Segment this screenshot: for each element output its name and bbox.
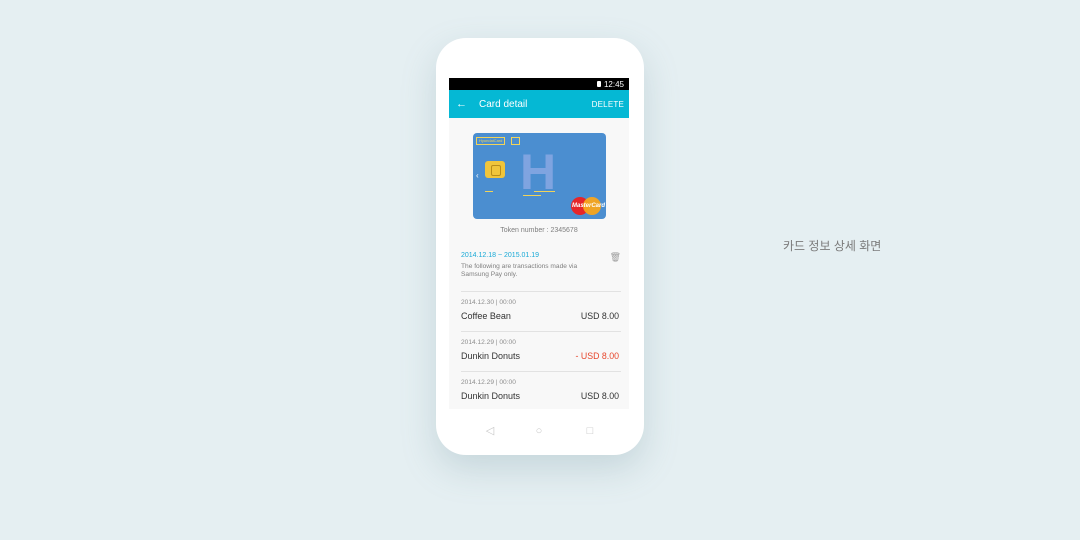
back-arrow-icon[interactable]: ← bbox=[456, 98, 470, 110]
card-arrow-icon: ‹ bbox=[476, 171, 479, 180]
card-image[interactable]: HyundaiCard ‹ H MasterCard bbox=[473, 133, 606, 219]
transaction-merchant: Coffee Bean bbox=[461, 311, 511, 321]
status-bar: 12:45 bbox=[449, 78, 629, 90]
transaction-date: 2014.12.29 | 00:00 bbox=[461, 379, 516, 386]
card-detail-line bbox=[523, 195, 541, 196]
android-nav-bar: ◁ ○ □ bbox=[449, 409, 629, 455]
card-brand-label: HyundaiCard bbox=[476, 137, 506, 145]
transaction-row[interactable]: 2014.12.29 | 00:00 Dunkin Donuts - USD 8… bbox=[461, 339, 619, 361]
app-bar: ← Card detail DELETE bbox=[449, 90, 629, 118]
nav-back-icon[interactable]: ◁ bbox=[484, 425, 496, 437]
transaction-merchant: Dunkin Donuts bbox=[461, 391, 521, 401]
card-brand-mark bbox=[511, 137, 520, 145]
screen-caption: 카드 정보 상세 화면 bbox=[783, 239, 882, 253]
transaction-row[interactable]: 2014.12.30 | 00:00 Coffee Bean USD 8.00 bbox=[461, 299, 619, 321]
transaction-row[interactable]: 2014.12.29 | 00:00 Dunkin Donuts USD 8.0… bbox=[461, 379, 619, 401]
divider bbox=[461, 371, 621, 372]
delete-button[interactable]: DELETE bbox=[592, 100, 624, 109]
mastercard-logo-text: MasterCard bbox=[572, 203, 606, 209]
card-chip bbox=[485, 161, 505, 178]
transaction-date: 2014.12.30 | 00:00 bbox=[461, 299, 516, 306]
card-logo-letter: H bbox=[520, 144, 557, 200]
page-title: Card detail bbox=[479, 98, 528, 110]
transaction-amount: USD 8.00 bbox=[580, 391, 619, 401]
nav-recent-icon[interactable]: □ bbox=[584, 425, 596, 437]
trash-icon[interactable]: 🗑 bbox=[610, 252, 621, 263]
phone-frame: 12:45 ← Card detail DELETE HyundaiCard ‹… bbox=[436, 38, 644, 455]
transaction-date: 2014.12.29 | 00:00 bbox=[461, 339, 516, 346]
token-number: Token number : 2345678 bbox=[500, 227, 578, 234]
transaction-amount: - USD 8.00 bbox=[575, 351, 619, 361]
divider bbox=[461, 331, 621, 332]
nav-home-icon[interactable]: ○ bbox=[533, 425, 545, 437]
divider bbox=[461, 291, 621, 292]
range-note: The following are transactions made via … bbox=[461, 263, 578, 278]
card-detail-line bbox=[534, 191, 555, 192]
battery-icon bbox=[596, 81, 601, 87]
range-date: 2014.12.18 ~ 2015.01.19 bbox=[461, 252, 540, 259]
transaction-range: 2014.12.18 ~ 2015.01.19 The following ar… bbox=[461, 252, 619, 279]
transaction-merchant: Dunkin Donuts bbox=[461, 351, 521, 361]
transaction-amount: USD 8.00 bbox=[580, 311, 619, 321]
phone-screen: 12:45 ← Card detail DELETE HyundaiCard ‹… bbox=[449, 78, 629, 409]
status-time: 12:45 bbox=[603, 79, 624, 89]
card-number-line bbox=[485, 191, 493, 192]
card-section: HyundaiCard ‹ H MasterCard Token number … bbox=[449, 118, 629, 234]
